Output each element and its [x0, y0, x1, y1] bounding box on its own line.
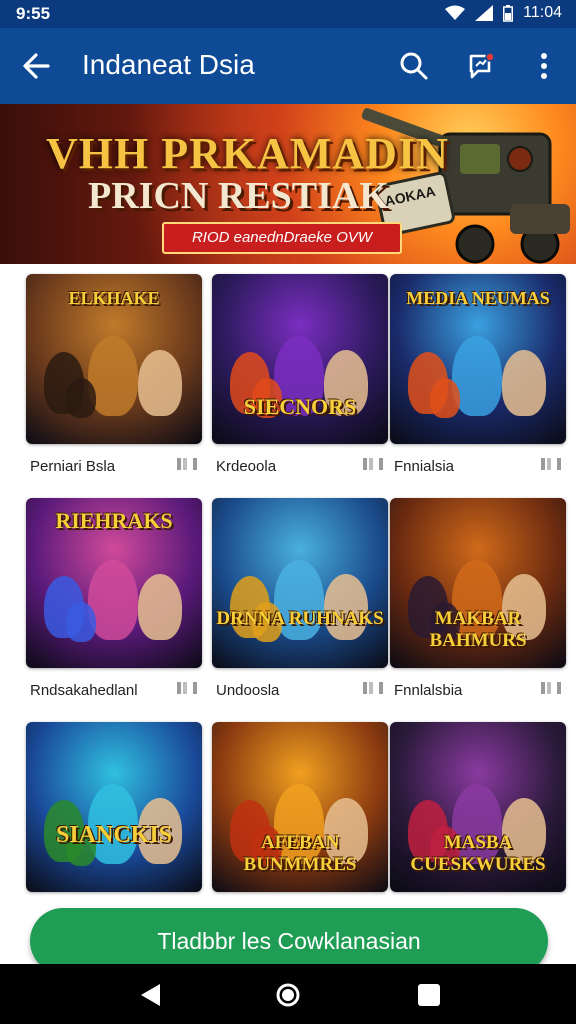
back-arrow-icon	[23, 53, 50, 79]
page-title: Indaneat Dsia	[82, 49, 255, 80]
game-thumbnail[interactable]: MEDIA NEUMAS	[390, 274, 566, 444]
game-title-art: MEDIA NEUMAS	[406, 288, 550, 308]
back-button[interactable]	[18, 48, 58, 84]
messages-button[interactable]	[464, 48, 500, 84]
game-label: Fnnlalsbia	[394, 682, 463, 699]
game-label: Undoosla	[216, 682, 280, 699]
system-nav-bar	[0, 964, 576, 1024]
nav-recents-icon	[418, 984, 440, 1006]
character-art	[66, 602, 96, 642]
card-menu-icon[interactable]	[362, 681, 386, 698]
more-options-button[interactable]	[526, 48, 562, 84]
card-menu-icon[interactable]	[176, 681, 200, 698]
status-clock: 11:04	[523, 4, 562, 21]
signal-icon	[475, 5, 494, 21]
nav-back-icon	[141, 984, 160, 1006]
status-right: 11:04	[445, 4, 562, 22]
more-vert-icon	[541, 53, 547, 79]
card-menu-icon[interactable]	[362, 457, 386, 474]
search-icon	[400, 52, 428, 80]
cta-area: Tladbbr les Cowklanasian	[0, 896, 576, 974]
banner-title: VHH PRKAMADIN	[46, 129, 449, 178]
banner-subtitle: PRICN RESTIAK	[88, 175, 389, 217]
character-art	[502, 350, 546, 416]
game-label: Perniari Bsla	[30, 458, 116, 475]
nav-home-icon	[276, 983, 300, 1007]
card-menu-icon[interactable]	[540, 457, 564, 474]
game-card[interactable]: SIECNORS Krdeoola	[212, 274, 388, 484]
game-title-art: SIANCKIS	[55, 822, 173, 848]
game-title-art: MASBA CUESKWURES	[410, 832, 546, 875]
character-art	[138, 574, 182, 640]
game-thumbnail[interactable]: SIANCKIS	[26, 722, 202, 892]
game-title-art: RIEHRAKS	[55, 508, 173, 533]
game-thumbnail[interactable]: MASBA CUESKWURES	[390, 722, 566, 892]
game-title-art: ELKHAKE	[68, 288, 160, 308]
nav-home-button[interactable]	[275, 982, 301, 1008]
status-time: 9:55	[16, 4, 51, 23]
game-thumbnail[interactable]: DRNNA RUHNAKS	[212, 498, 388, 668]
game-thumbnail[interactable]: SIECNORS	[212, 274, 388, 444]
game-card[interactable]: DRNNA RUHNAKS Undoosla	[212, 498, 388, 708]
game-card[interactable]: ELKHAKE Perniari Bsla	[26, 274, 202, 484]
status-bar: 9:55 11:04	[0, 0, 576, 28]
game-title-art: AFEBAN BUNMMRES	[243, 832, 357, 875]
game-thumbnail[interactable]: ELKHAKE	[26, 274, 202, 444]
chat-notification-icon	[469, 52, 495, 79]
promo-banner[interactable]: VHH PRKAMADIN PRICN RESTIAK AOKAA RIOD e…	[0, 104, 576, 264]
nav-recents-button[interactable]	[416, 982, 442, 1008]
game-title-art: MAKBAR BAHMURS	[429, 608, 527, 651]
character-art	[66, 378, 96, 418]
game-title-art: DRNNA RUHNAKS	[216, 608, 384, 629]
search-button[interactable]	[396, 48, 432, 84]
game-card[interactable]: MEDIA NEUMAS Fnnialsia	[390, 274, 566, 484]
game-card[interactable]: RIEHRAKS Rndsakahedlanl	[26, 498, 202, 708]
card-menu-icon[interactable]	[176, 457, 200, 474]
game-thumbnail[interactable]: MAKBAR BAHMURS	[390, 498, 566, 668]
game-thumbnail[interactable]: AFEBAN BUNMMRES	[212, 722, 388, 892]
game-title-art: SIECNORS	[243, 394, 357, 419]
game-thumbnail[interactable]: RIEHRAKS	[26, 498, 202, 668]
nav-back-button[interactable]	[138, 982, 164, 1008]
banner-ribbon[interactable]: RIOD eanednDraeke OVW	[162, 222, 402, 254]
app-bar: Indaneat Dsia	[0, 28, 576, 104]
game-card[interactable]: MAKBAR BAHMURS Fnnlalsbia	[390, 498, 566, 708]
character-art	[430, 378, 460, 418]
game-label: Fnnialsia	[394, 458, 455, 475]
character-art	[138, 350, 182, 416]
card-menu-icon[interactable]	[540, 681, 564, 698]
battery-icon	[503, 4, 514, 22]
character-art	[324, 574, 368, 640]
game-label: Rndsakahedlanl	[30, 682, 138, 699]
wifi-icon	[445, 5, 466, 21]
game-label: Krdeoola	[216, 458, 277, 475]
